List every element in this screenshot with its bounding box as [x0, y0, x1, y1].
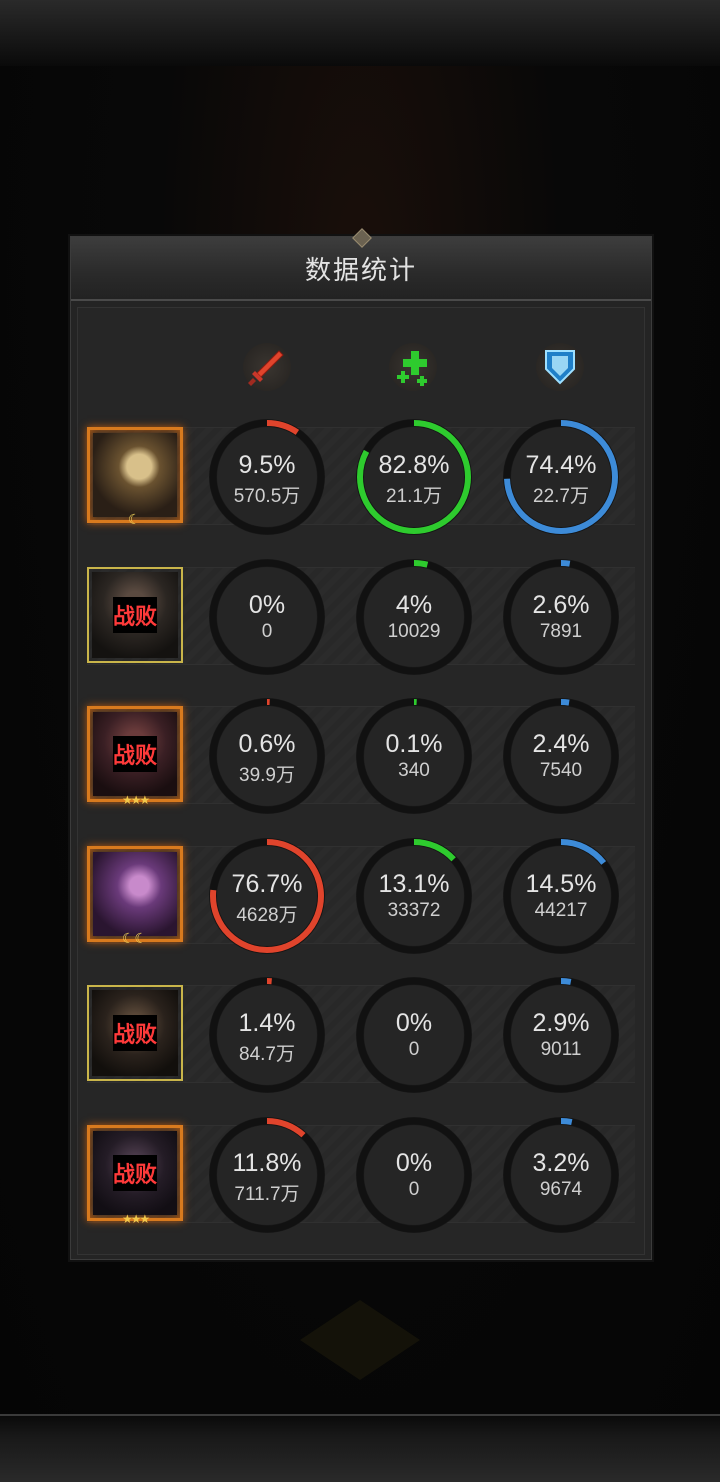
amount-value: 10029	[387, 620, 441, 642]
panel-header: 数据统计	[71, 228, 651, 301]
hero-stats-row: ☾ 9.5% 570.5万 82.8% 21.1万 74.4% 22.7万	[87, 417, 635, 537]
damage-stat: 9.5% 570.5万	[207, 417, 327, 537]
percentage-value: 0%	[248, 590, 286, 619]
hero-avatar[interactable]: 战败 ★★★	[87, 706, 183, 807]
percentage-value: 74.4%	[525, 451, 597, 479]
hero-stats-row: 战败 1.4% 84.7万 0% 0 2.9% 9011	[87, 975, 635, 1095]
percentage-value: 9.5%	[238, 451, 296, 479]
amount-value: 44217	[534, 899, 588, 921]
percentage-value: 14.5%	[525, 869, 597, 898]
stats-panel: 数据统计 ☾ 9.5% 570.5万 82.8% 21.1万 74.4% 22.7万战败 0%…	[70, 228, 652, 1260]
defense-stat: 74.4% 22.7万	[501, 417, 621, 537]
hero-stats-row: ☾☾ 76.7% 4628万 13.1% 33372 14.5% 44217	[87, 836, 635, 956]
defeated-label: 战败	[90, 1128, 180, 1218]
top-frame	[0, 0, 720, 68]
percentage-value: 13.1%	[378, 869, 450, 898]
hero-avatar[interactable]: 战败 ★★★	[87, 1124, 183, 1226]
percentage-value: 4%	[395, 590, 433, 619]
amount-value: 4628万	[236, 904, 298, 926]
moon-rank-icon: ☾☾	[122, 929, 148, 946]
defeated-label: 战败	[90, 709, 180, 799]
amount-value: 0	[408, 1178, 420, 1200]
percentage-value: 2.6%	[532, 590, 590, 619]
percentage-value: 76.7%	[231, 869, 303, 898]
heal-stat: 0% 0	[354, 975, 474, 1095]
percentage-value: 0.1%	[385, 730, 443, 758]
defense-stat: 14.5% 44217	[501, 836, 621, 956]
defeated-label: 战败	[89, 987, 181, 1079]
heal-stat: 82.8% 21.1万	[354, 417, 474, 537]
damage-stat: 0.6% 39.9万	[207, 696, 327, 816]
damage-stat: 76.7% 4628万	[207, 836, 327, 956]
hero-avatar[interactable]: 战败	[87, 985, 183, 1081]
amount-value: 9011	[540, 1039, 582, 1060]
percentage-value: 82.8%	[378, 451, 450, 479]
moon-rank-icon: ☾	[128, 511, 141, 527]
hero-stats-row: 战败 ★★★ 0.6% 39.9万 0.1% 340 2.4% 7540	[87, 696, 635, 816]
percentage-value: 0%	[395, 1009, 433, 1037]
damage-stat: 0% 0	[207, 557, 327, 677]
amount-value: 7540	[539, 760, 583, 781]
hero-avatar[interactable]: ☾	[87, 427, 183, 527]
star-rank-icon: ★★★	[122, 793, 150, 807]
defense-shield-icon	[532, 339, 588, 395]
defense-stat: 2.6% 7891	[501, 557, 621, 677]
percentage-value: 0%	[395, 1148, 433, 1177]
hero-portrait	[93, 851, 177, 936]
percentage-value: 1.4%	[238, 1009, 296, 1037]
hero-portrait	[93, 433, 177, 517]
hero-stats-row: 战败 0% 0 4% 10029 2.6% 7891	[87, 557, 635, 677]
amount-value: 0	[261, 620, 273, 642]
defeated-label: 战败	[89, 569, 181, 661]
percentage-value: 11.8%	[232, 1148, 302, 1177]
hero-avatar[interactable]: 战败	[87, 566, 183, 663]
percentage-value: 2.4%	[532, 730, 590, 758]
defense-stat: 2.4% 7540	[501, 696, 621, 816]
bottom-frame	[0, 1414, 720, 1482]
damage-sword-icon	[239, 339, 295, 395]
defense-stat: 2.9% 9011	[501, 975, 621, 1095]
panel-title: 数据统计	[304, 254, 417, 285]
star-rank-icon: ★★★	[122, 1211, 150, 1226]
amount-value: 570.5万	[233, 486, 301, 507]
percentage-value: 3.2%	[532, 1148, 590, 1177]
heal-stat: 4% 10029	[354, 557, 474, 677]
hero-stats-row: 战败 ★★★ 11.8% 711.7万 0% 0 3.2% 9674	[87, 1115, 635, 1235]
amount-value: 33372	[387, 899, 441, 921]
damage-stat: 11.8% 711.7万	[207, 1115, 327, 1235]
amount-value: 39.9万	[239, 765, 295, 786]
hero-avatar[interactable]: ☾☾	[87, 845, 183, 946]
amount-value: 21.1万	[386, 486, 442, 507]
heal-stat: 13.1% 33372	[354, 836, 474, 956]
percentage-value: 0.6%	[238, 730, 296, 758]
amount-value: 340	[398, 760, 430, 781]
heal-stat: 0% 0	[354, 1115, 474, 1235]
amount-value: 9674	[539, 1178, 583, 1200]
amount-value: 711.7万	[234, 1183, 300, 1205]
amount-value: 0	[408, 1039, 420, 1060]
percentage-value: 2.9%	[532, 1009, 590, 1037]
defense-stat: 3.2% 9674	[501, 1115, 621, 1235]
amount-value: 7891	[539, 620, 583, 642]
heal-cross-icon	[385, 339, 441, 395]
amount-value: 22.7万	[533, 486, 589, 507]
damage-stat: 1.4% 84.7万	[207, 975, 327, 1095]
amount-value: 84.7万	[239, 1044, 295, 1065]
heal-stat: 0.1% 340	[354, 696, 474, 816]
